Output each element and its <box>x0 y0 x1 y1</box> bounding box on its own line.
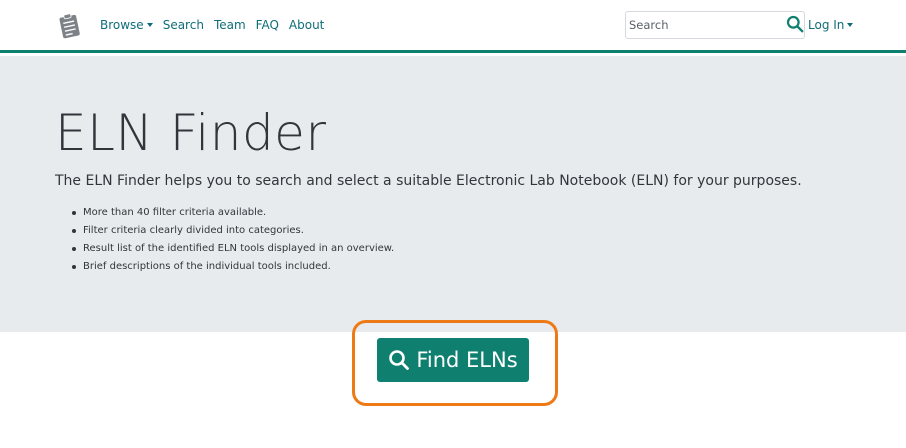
list-item: Brief descriptions of the individual too… <box>72 259 394 277</box>
page-title: ELN Finder <box>55 104 327 162</box>
find-elns-button[interactable]: Find ELNs <box>377 338 529 382</box>
hero-lead-text: The ELN Finder helps you to search and s… <box>55 173 802 189</box>
find-elns-label: Find ELNs <box>416 348 518 372</box>
nav-browse[interactable]: Browse <box>100 18 153 32</box>
nav-search[interactable]: Search <box>163 18 204 32</box>
nav-browse-label: Browse <box>100 18 144 32</box>
clipboard-notes-icon[interactable] <box>57 12 83 40</box>
list-item: More than 40 filter criteria available. <box>72 205 394 223</box>
main-nav: Browse Search Team FAQ About <box>100 18 334 32</box>
hero-section: ELN Finder The ELN Finder helps you to s… <box>0 56 906 332</box>
list-item: Result list of the identified ELN tools … <box>72 241 394 259</box>
login-dropdown[interactable]: Log In <box>808 18 854 32</box>
search-box <box>625 11 805 39</box>
nav-about[interactable]: About <box>289 18 324 32</box>
list-item: Filter criteria clearly divided into cat… <box>72 223 394 241</box>
login-label: Log In <box>808 18 845 32</box>
search-input[interactable] <box>626 12 776 38</box>
chevron-down-icon <box>146 22 153 27</box>
search-icon[interactable] <box>786 15 804 33</box>
feature-list: More than 40 filter criteria available. … <box>72 205 394 277</box>
top-navbar: Browse Search Team FAQ About Log In <box>0 0 906 53</box>
nav-team[interactable]: Team <box>214 18 246 32</box>
search-icon <box>389 350 410 370</box>
chevron-down-icon <box>847 22 854 27</box>
nav-faq[interactable]: FAQ <box>256 18 279 32</box>
